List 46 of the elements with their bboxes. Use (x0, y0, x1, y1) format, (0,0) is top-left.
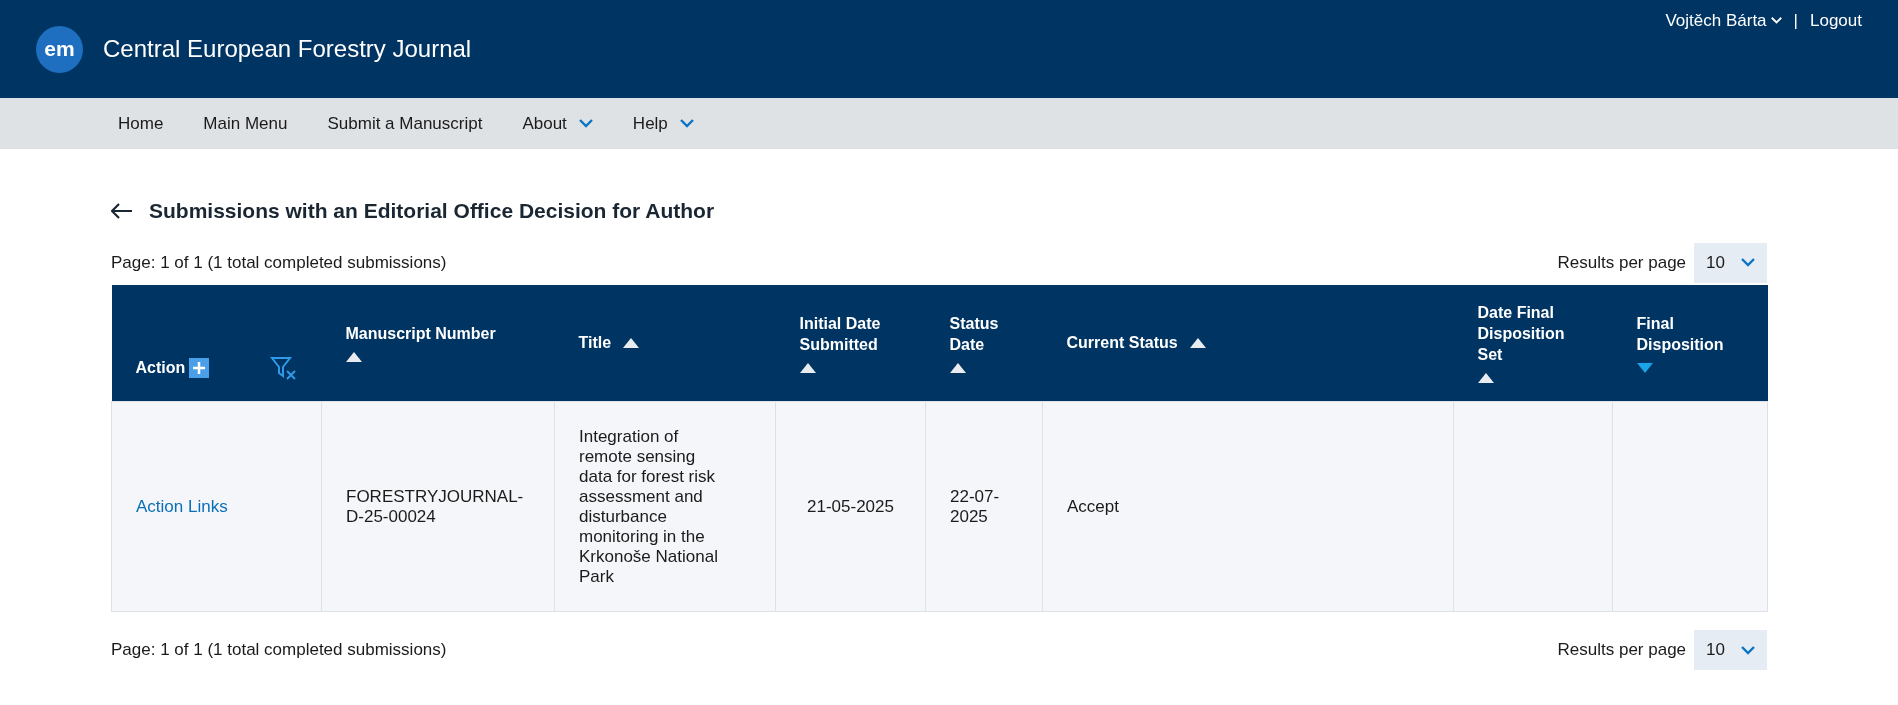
page-summary: Page: 1 of 1 (1 total completed submissions) (111, 639, 447, 662)
sort-down-icon[interactable] (1636, 362, 1653, 373)
nav-item[interactable]: Submit a Manuscript (327, 110, 483, 137)
logout-link[interactable]: Logout (1810, 8, 1862, 34)
per-page-select[interactable]: 10 (1694, 630, 1767, 670)
sort-up-icon[interactable] (1189, 337, 1206, 348)
nav-item[interactable]: About (522, 110, 593, 137)
table-cell-text: 21-05-2025 (807, 496, 894, 516)
column-header[interactable]: Manuscript Number (345, 323, 496, 345)
column-header[interactable]: Status Date (949, 312, 1003, 355)
nav-item[interactable]: Help (632, 110, 694, 137)
sort-up-icon[interactable] (345, 352, 362, 363)
page-summary: Page: 1 of 1 (1 total completed submissions) (111, 251, 447, 274)
results-per-page-label: Results per page (1557, 251, 1687, 274)
sort-up-icon[interactable] (623, 337, 640, 348)
page-title: Submissions with an Editorial Office Decision for Author (149, 198, 715, 224)
column-header[interactable]: Final Disposition (1636, 312, 1728, 355)
chevron-down-icon (679, 119, 694, 128)
table-cell-text: Integration of remote sensing data for forest risk assessment and disturbance monitoring in the Krkonoše National Park (579, 426, 719, 587)
filter-clear-icon[interactable] (269, 355, 298, 381)
per-page-select[interactable]: 10 (1694, 242, 1767, 283)
table-cell-text: 22-07-2025 (950, 486, 1001, 527)
column-header[interactable]: Initial Date Submitted (799, 312, 886, 355)
sort-up-icon[interactable] (949, 362, 966, 373)
logo: em (36, 25, 83, 73)
column-header: Action (135, 358, 186, 378)
column-header[interactable]: Current Status (1066, 332, 1178, 354)
chevron-down-icon (578, 119, 593, 128)
nav-item[interactable]: Home (118, 110, 164, 137)
nav-item[interactable]: Main Menu (203, 110, 288, 137)
column-header[interactable]: Title (578, 332, 612, 354)
chevron-down-icon (1741, 258, 1755, 267)
sort-up-icon[interactable] (799, 362, 816, 373)
separator-text: | (1793, 10, 1798, 32)
back-arrow-icon[interactable] (111, 202, 133, 219)
user-menu[interactable]: Vojtěch Bárta (1665, 8, 1782, 34)
results-per-page-label: Results per page (1557, 639, 1687, 662)
plus-icon[interactable] (189, 358, 210, 378)
table-cell-text: Accept (1067, 496, 1120, 517)
sort-up-icon[interactable] (1477, 373, 1494, 384)
chevron-down-icon (1741, 645, 1755, 655)
journal-title: Central European Forestry Journal (103, 34, 472, 64)
column-header[interactable]: Date Final Disposition Set (1477, 302, 1573, 366)
chevron-down-icon (1770, 16, 1782, 26)
action-links-link[interactable]: Action Links (136, 496, 228, 516)
table-cell-text: FORESTRYJOURNAL-D-25-00024 (346, 486, 525, 527)
